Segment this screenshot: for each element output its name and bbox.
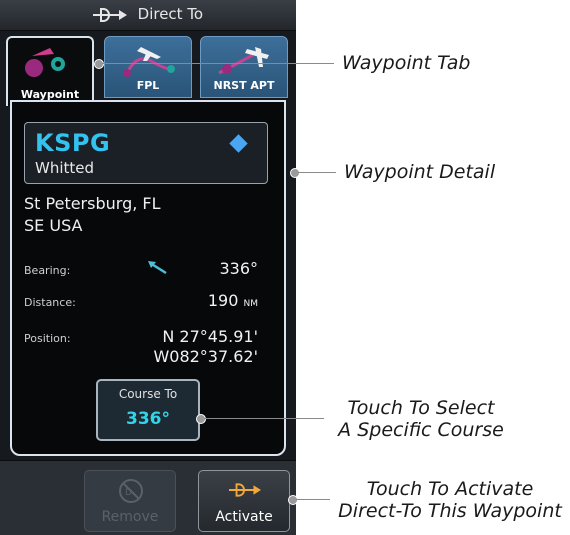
- bearing-arrow-icon: [148, 261, 167, 275]
- activate-button[interactable]: Activate: [198, 470, 290, 532]
- callout-activate: Touch To Activate Direct-To This Waypoin…: [334, 478, 566, 522]
- bearing-label: Bearing:: [24, 264, 71, 277]
- callout-line-tab: [102, 63, 334, 64]
- tab-nrst-apt-label: NRST APT: [213, 79, 275, 92]
- device-screen: Direct To Waypoint FPL NRST APT KSPG Whi…: [0, 0, 296, 535]
- title-bar: Direct To: [0, 0, 296, 31]
- course-to-button[interactable]: Course To 336°: [96, 379, 200, 441]
- callout-line-activate: [296, 499, 330, 500]
- callout-waypoint-tab: Waypoint Tab: [342, 52, 471, 74]
- distance-label: Distance:: [24, 296, 76, 309]
- callout-select-course-line2: A Specific Course: [338, 419, 504, 441]
- tab-bar: Waypoint FPL NRST APT: [0, 32, 296, 106]
- tab-waypoint[interactable]: Waypoint: [6, 36, 94, 106]
- waypoint-city: St Petersburg, FL: [24, 194, 161, 213]
- title-wrap: Direct To: [0, 5, 296, 23]
- position-lat: N 27°45.91': [162, 327, 258, 346]
- callout-activate-line1: Touch To Activate: [366, 478, 534, 500]
- callout-waypoint-detail: Waypoint Detail: [344, 161, 496, 183]
- callout-dot-detail: [290, 168, 300, 178]
- direct-to-icon: [92, 7, 127, 22]
- course-to-value: 336°: [126, 409, 170, 429]
- callout-dot-activate: [288, 495, 298, 505]
- remove-button[interactable]: D Remove: [84, 470, 176, 532]
- course-to-label: Course To: [118, 387, 178, 401]
- tab-nrst-apt[interactable]: NRST APT: [200, 36, 288, 98]
- callout-line-course: [204, 418, 324, 419]
- window-title: Direct To: [137, 5, 204, 23]
- svg-text:D: D: [125, 488, 132, 498]
- callout-dot-course: [196, 414, 206, 424]
- waypoint-tab-icon: [25, 48, 67, 77]
- waypoint-name: Whitted: [35, 159, 95, 177]
- tab-fpl-label: FPL: [136, 79, 160, 92]
- callout-select-course: Touch To Select A Specific Course: [326, 397, 516, 441]
- tab-fpl[interactable]: FPL: [104, 36, 192, 98]
- nearest-airport-icon: [218, 47, 269, 75]
- remove-label: Remove: [101, 509, 159, 525]
- distance-unit: NM: [243, 299, 259, 309]
- position-label: Position:: [24, 332, 71, 345]
- position-lon: W082°37.62': [153, 347, 258, 366]
- activate-label: Activate: [215, 509, 273, 525]
- distance-value: 190: [207, 291, 239, 310]
- remove-icon: D: [119, 479, 143, 503]
- airport-symbol-icon: [229, 134, 248, 153]
- callout-line-detail: [298, 172, 336, 173]
- direct-to-activate-icon: [229, 483, 261, 497]
- distance-value-wrap: 190 NM: [150, 291, 258, 310]
- bearing-value: 336°: [219, 259, 258, 278]
- waypoint-region: SE USA: [24, 216, 83, 235]
- flight-plan-icon: [123, 47, 175, 77]
- callout-dot-tab: [94, 59, 104, 69]
- callout-select-course-line1: Touch To Select: [347, 397, 495, 419]
- waypoint-ident: KSPG: [35, 129, 111, 157]
- waypoint-identifier-button[interactable]: KSPG Whitted: [24, 122, 268, 184]
- callout-activate-line2: Direct-To This Waypoint: [338, 500, 562, 522]
